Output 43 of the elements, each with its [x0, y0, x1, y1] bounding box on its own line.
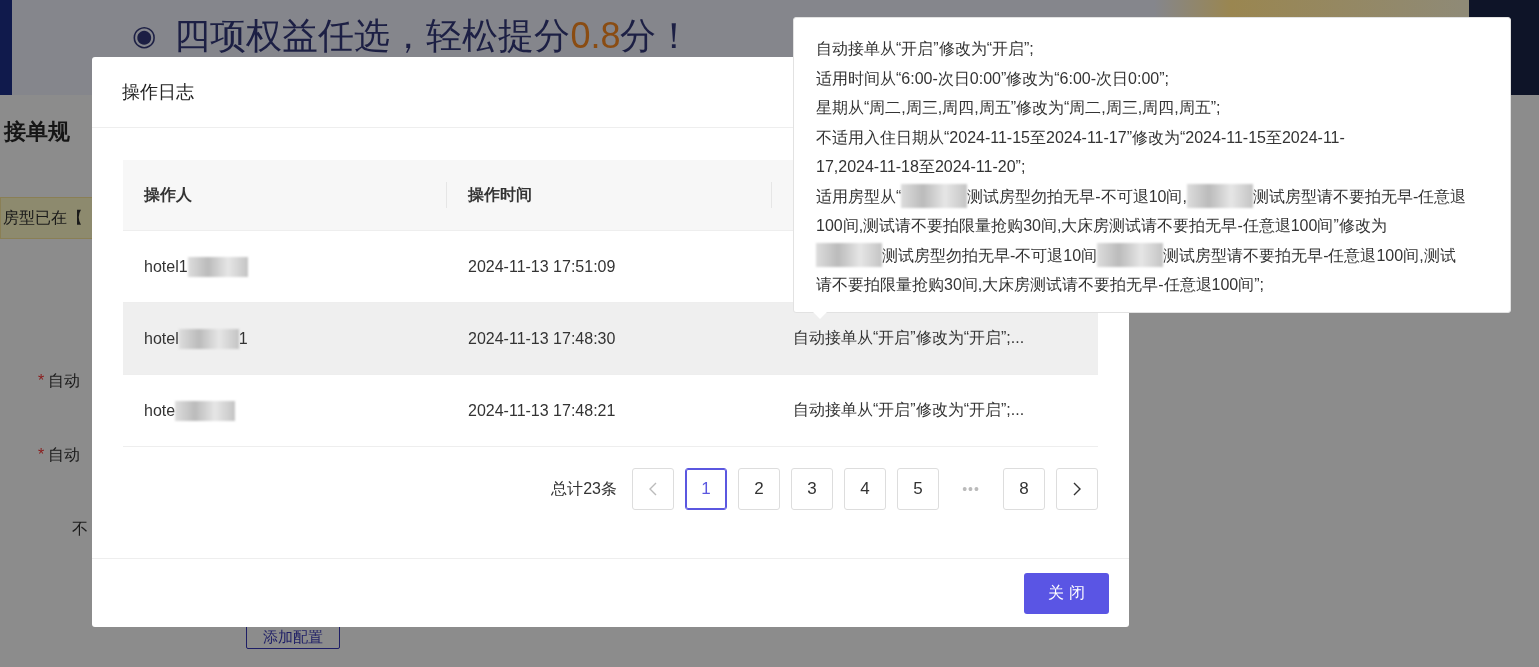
- field-label: * 自动: [38, 445, 81, 465]
- blurred-redaction: [187, 256, 248, 277]
- page-button[interactable]: 2: [738, 468, 780, 510]
- change-cell-text: 自动接单从“开启”修改为“开启”;...: [792, 328, 1026, 348]
- total-count: 总计23条: [551, 478, 617, 499]
- blurred-redaction: [1186, 184, 1253, 209]
- time-cell-text: 2024-11-13 17:48:30: [467, 329, 617, 348]
- page-button[interactable]: 5: [897, 468, 939, 510]
- time-cell-text: 2024-11-13 17:51:09: [467, 257, 617, 276]
- time-cell-text: 2024-11-13 17:48:21: [467, 401, 617, 420]
- field-label: * 自动: [38, 371, 81, 391]
- field-label: 不: [72, 519, 88, 539]
- tooltip-line: 星期从“周二,周三,周四,周五”修改为“周二,周三,周四,周五”;: [816, 98, 1222, 118]
- page-button[interactable]: 8: [1003, 468, 1045, 510]
- banner-text: ◉ 四项权益任选，轻松提分0.8分！: [132, 14, 693, 58]
- chevron-left-icon: [648, 482, 658, 496]
- next-page-button[interactable]: [1056, 468, 1098, 510]
- blurred-redaction: [816, 243, 882, 268]
- operator-cell: hote: [123, 400, 447, 421]
- close-button[interactable]: 关 闭: [1024, 572, 1109, 614]
- page-button[interactable]: 3: [791, 468, 833, 510]
- column-header: 操作人: [123, 182, 447, 208]
- tooltip-line: 自动接单从“开启”修改为“开启”;: [816, 39, 1035, 59]
- operator-cell: hotel1: [123, 256, 447, 277]
- page-heading: 接单规: [4, 118, 70, 146]
- radio-dot-icon: ◉: [132, 14, 157, 58]
- table-row[interactable]: hotel 1 2024-11-13 17:48:30 自动接单从“开启”修改为“开启”;...: [123, 303, 1098, 375]
- tooltip-line: 适用时间从“6:00-次日0:00”修改为“6:00-次日0:00”;: [816, 68, 1170, 89]
- blurred-redaction: [901, 184, 968, 209]
- blurred-redaction: [178, 328, 239, 349]
- blurred-redaction: [1097, 243, 1164, 268]
- page-button[interactable]: 4: [844, 468, 886, 510]
- page-button[interactable]: 1: [685, 468, 727, 510]
- tooltip-line: 适用房型从“ 测试房型勿拍无早-不可退10间, 测试房型请不要拍无早-任意退: [816, 181, 1488, 211]
- dialog-title: 操作日志: [122, 81, 194, 104]
- column-header: 操作时间: [447, 182, 772, 208]
- tooltip-line: 17,2024-11-18至2024-11-20”;: [816, 157, 1027, 177]
- blurred-redaction: [175, 400, 236, 421]
- operator-cell-text: hotel 1: [143, 328, 249, 349]
- add-config-button[interactable]: 添加配置: [246, 625, 340, 649]
- tooltip-line: 不适用入住日期从“2024-11-15至2024-11-17”修改为“2024-11-15至2024-11-: [816, 127, 1346, 148]
- chevron-right-icon: [1072, 482, 1082, 496]
- change-cell-text: 自动接单从“开启”修改为“开启”;...: [792, 400, 1026, 420]
